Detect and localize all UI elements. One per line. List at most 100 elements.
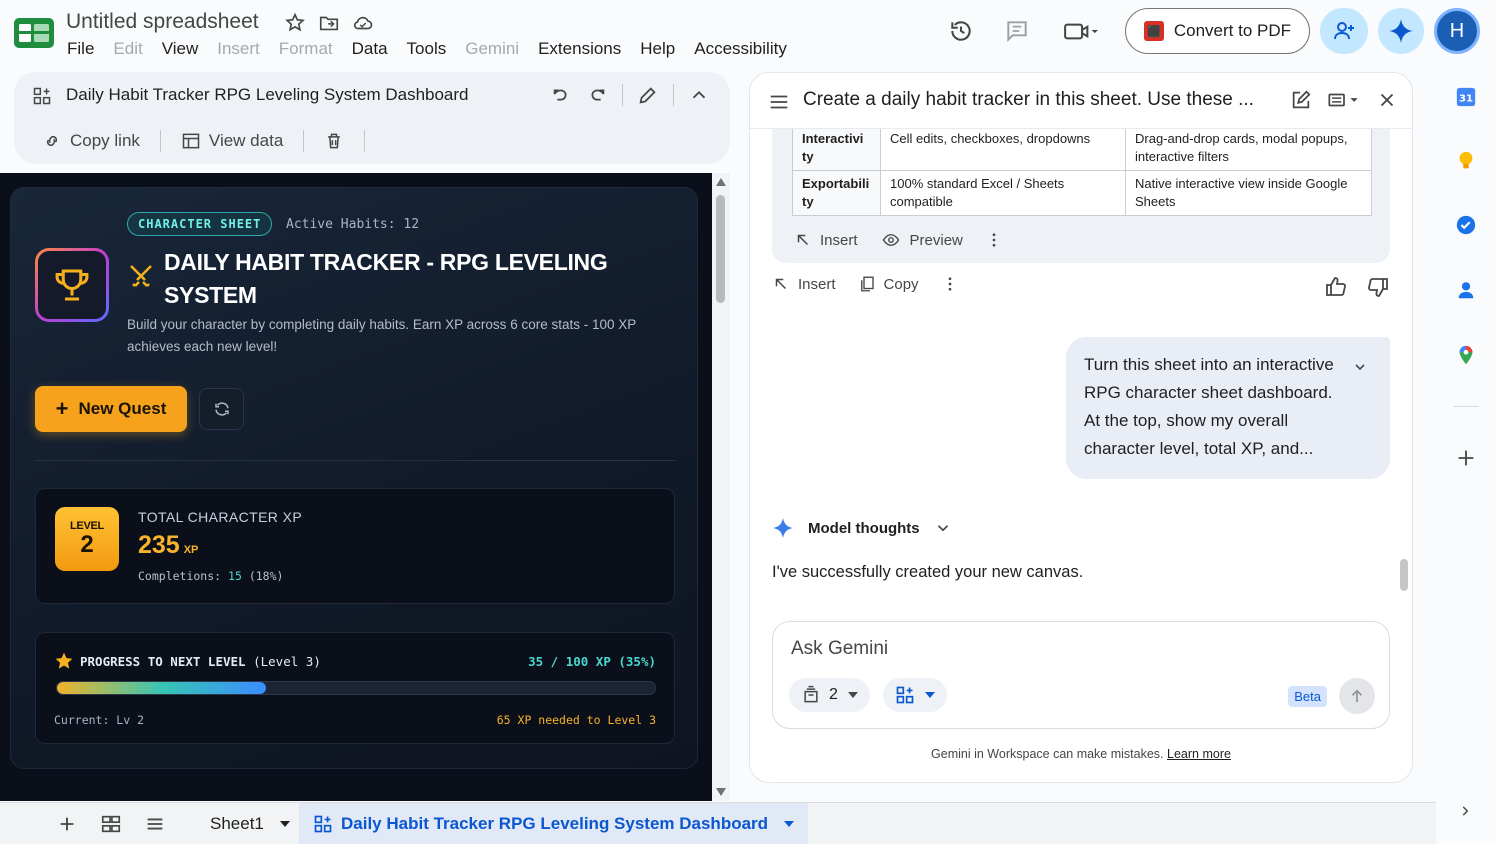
tools-chip[interactable] <box>883 678 947 712</box>
thumbs-up-icon[interactable] <box>1324 275 1348 299</box>
view-mode-icon[interactable] <box>1326 89 1362 111</box>
menu-data[interactable]: Data <box>352 39 388 59</box>
ask-gemini-input[interactable] <box>791 638 1351 660</box>
keep-app-button[interactable] <box>1453 148 1479 174</box>
learn-more-link[interactable]: Learn more <box>1167 747 1231 761</box>
insert-arrow-icon <box>797 234 809 246</box>
account-avatar[interactable]: H <box>1434 8 1480 54</box>
gemini-spark-icon <box>1389 19 1413 43</box>
dashboard-scrollbar[interactable] <box>712 173 730 801</box>
calendar-icon: 31 <box>1456 87 1476 107</box>
all-sheets-menu-icon[interactable] <box>144 813 166 835</box>
menu-view[interactable]: View <box>162 39 199 59</box>
response-insert-button[interactable]: Insert <box>772 275 836 293</box>
tasks-app-button[interactable] <box>1453 212 1479 238</box>
progress-bar-fill <box>57 682 267 694</box>
get-addons-button[interactable] <box>1453 445 1479 471</box>
comments-button[interactable] <box>997 11 1037 51</box>
share-button[interactable] <box>1320 8 1368 54</box>
dashboard-icon <box>33 87 51 105</box>
edit-pencil-icon[interactable] <box>637 84 659 106</box>
delete-button[interactable] <box>324 131 364 151</box>
menu-accessibility[interactable]: Accessibility <box>694 39 787 59</box>
sources-chip[interactable]: 2 <box>789 678 870 712</box>
scrollbar-thumb[interactable] <box>716 195 725 303</box>
cloud-status-icon[interactable] <box>352 12 374 34</box>
table-more-button[interactable] <box>985 231 1003 249</box>
maps-pin-icon <box>1459 345 1473 365</box>
collapse-chevron-up-icon[interactable] <box>688 84 710 106</box>
gemini-button[interactable] <box>1378 8 1424 54</box>
view-data-label: View data <box>208 131 284 150</box>
model-thoughts-toggle[interactable]: Model thoughts <box>772 517 952 539</box>
convert-label: Convert to PDF <box>1173 21 1291 40</box>
total-xp-label: TOTAL CHARACTER XP <box>138 509 303 525</box>
meet-button[interactable] <box>1053 11 1109 51</box>
view-data-button[interactable]: View data <box>181 131 303 151</box>
tab-dropdown-icon[interactable] <box>279 821 290 827</box>
redo-icon[interactable] <box>586 84 608 106</box>
toolbar-separator <box>364 130 366 152</box>
menu-tools[interactable]: Tools <box>407 39 447 59</box>
copy-link-button[interactable]: Copy link <box>42 131 160 151</box>
embedded-app-tools <box>550 84 710 106</box>
thumbs-down-icon[interactable] <box>1366 275 1390 299</box>
menu-help[interactable]: Help <box>640 39 675 59</box>
undo-icon[interactable] <box>550 84 572 106</box>
calendar-app-button[interactable]: 31 <box>1453 84 1479 110</box>
menu-icon[interactable] <box>768 91 790 113</box>
response-copy-button[interactable]: Copy <box>858 275 919 293</box>
model-thoughts-label: Model thoughts <box>808 519 920 537</box>
completions-line: Completions: 15 (18%) <box>138 569 283 583</box>
response-more-button[interactable] <box>941 275 959 293</box>
app-window: Untitled spreadsheet File Edit View Inse… <box>0 0 1496 844</box>
completions-label: Completions: <box>138 569 222 583</box>
convert-to-pdf-button[interactable]: ⬛ Convert to PDF <box>1124 8 1310 54</box>
menu-extensions[interactable]: Extensions <box>538 39 621 59</box>
star-icon[interactable] <box>284 12 306 34</box>
pdf-icon: ⬛ <box>1143 21 1164 41</box>
sheets-logo-icon[interactable] <box>14 18 54 48</box>
comment-icon <box>1007 21 1027 43</box>
maps-app-button[interactable] <box>1453 342 1479 368</box>
sheet-tab-dashboard[interactable]: Daily Habit Tracker RPG Leveling System … <box>299 803 809 844</box>
move-to-folder-icon[interactable] <box>318 12 340 34</box>
contacts-app-button[interactable] <box>1453 277 1479 303</box>
scroll-down-arrow-icon[interactable] <box>716 788 726 796</box>
chat-scrollbar-thumb[interactable] <box>1400 559 1408 591</box>
chevron-down-icon <box>937 525 948 532</box>
refresh-button[interactable] <box>199 388 244 430</box>
document-title[interactable]: Untitled spreadsheet <box>66 10 259 34</box>
sheet-tab-sheet1[interactable]: Sheet1 <box>196 803 304 844</box>
new-chat-icon[interactable] <box>1290 89 1312 111</box>
active-habits-count: Active Habits: 12 <box>286 217 420 232</box>
version-history-button[interactable] <box>941 11 981 51</box>
expand-chevron-down-icon[interactable] <box>1352 359 1368 375</box>
table-cell: Drag-and-drop cards, modal popups, inter… <box>1125 125 1372 171</box>
table-insert-button[interactable]: Insert <box>794 231 858 249</box>
menu-insert[interactable]: Insert <box>217 39 260 59</box>
menu-format[interactable]: Format <box>279 39 333 59</box>
menu-edit[interactable]: Edit <box>113 39 142 59</box>
dashboard-list-icon[interactable] <box>100 813 122 835</box>
menu-file[interactable]: File <box>67 39 94 59</box>
tasks-check-icon <box>1456 215 1476 235</box>
tab-dropdown-icon[interactable] <box>784 821 795 827</box>
title-icons <box>284 12 374 34</box>
table-preview-button[interactable]: Preview <box>880 231 963 249</box>
sheet-tab-label: Daily Habit Tracker RPG Leveling System … <box>341 814 769 833</box>
dashboard-tab-icon <box>314 815 332 833</box>
send-button[interactable] <box>1339 678 1375 714</box>
menu-gemini[interactable]: Gemini <box>465 39 519 59</box>
menu-bar: File Edit View Insert Format Data Tools … <box>67 39 806 59</box>
close-icon[interactable] <box>1376 89 1398 111</box>
scroll-up-arrow-icon[interactable] <box>716 178 726 186</box>
sources-count: 2 <box>829 686 838 703</box>
more-vert-icon <box>948 277 951 291</box>
chevron-right-icon[interactable] <box>1458 804 1472 818</box>
gemini-panel-header: Create a daily habit tracker in this she… <box>750 73 1412 129</box>
new-quest-button[interactable]: + New Quest <box>35 386 187 432</box>
model-reply-text: I've successfully created your new canva… <box>772 563 1084 581</box>
comparison-table: Interactivi ty Cell edits, checkboxes, d… <box>792 125 1372 216</box>
add-sheet-icon[interactable] <box>56 813 78 835</box>
